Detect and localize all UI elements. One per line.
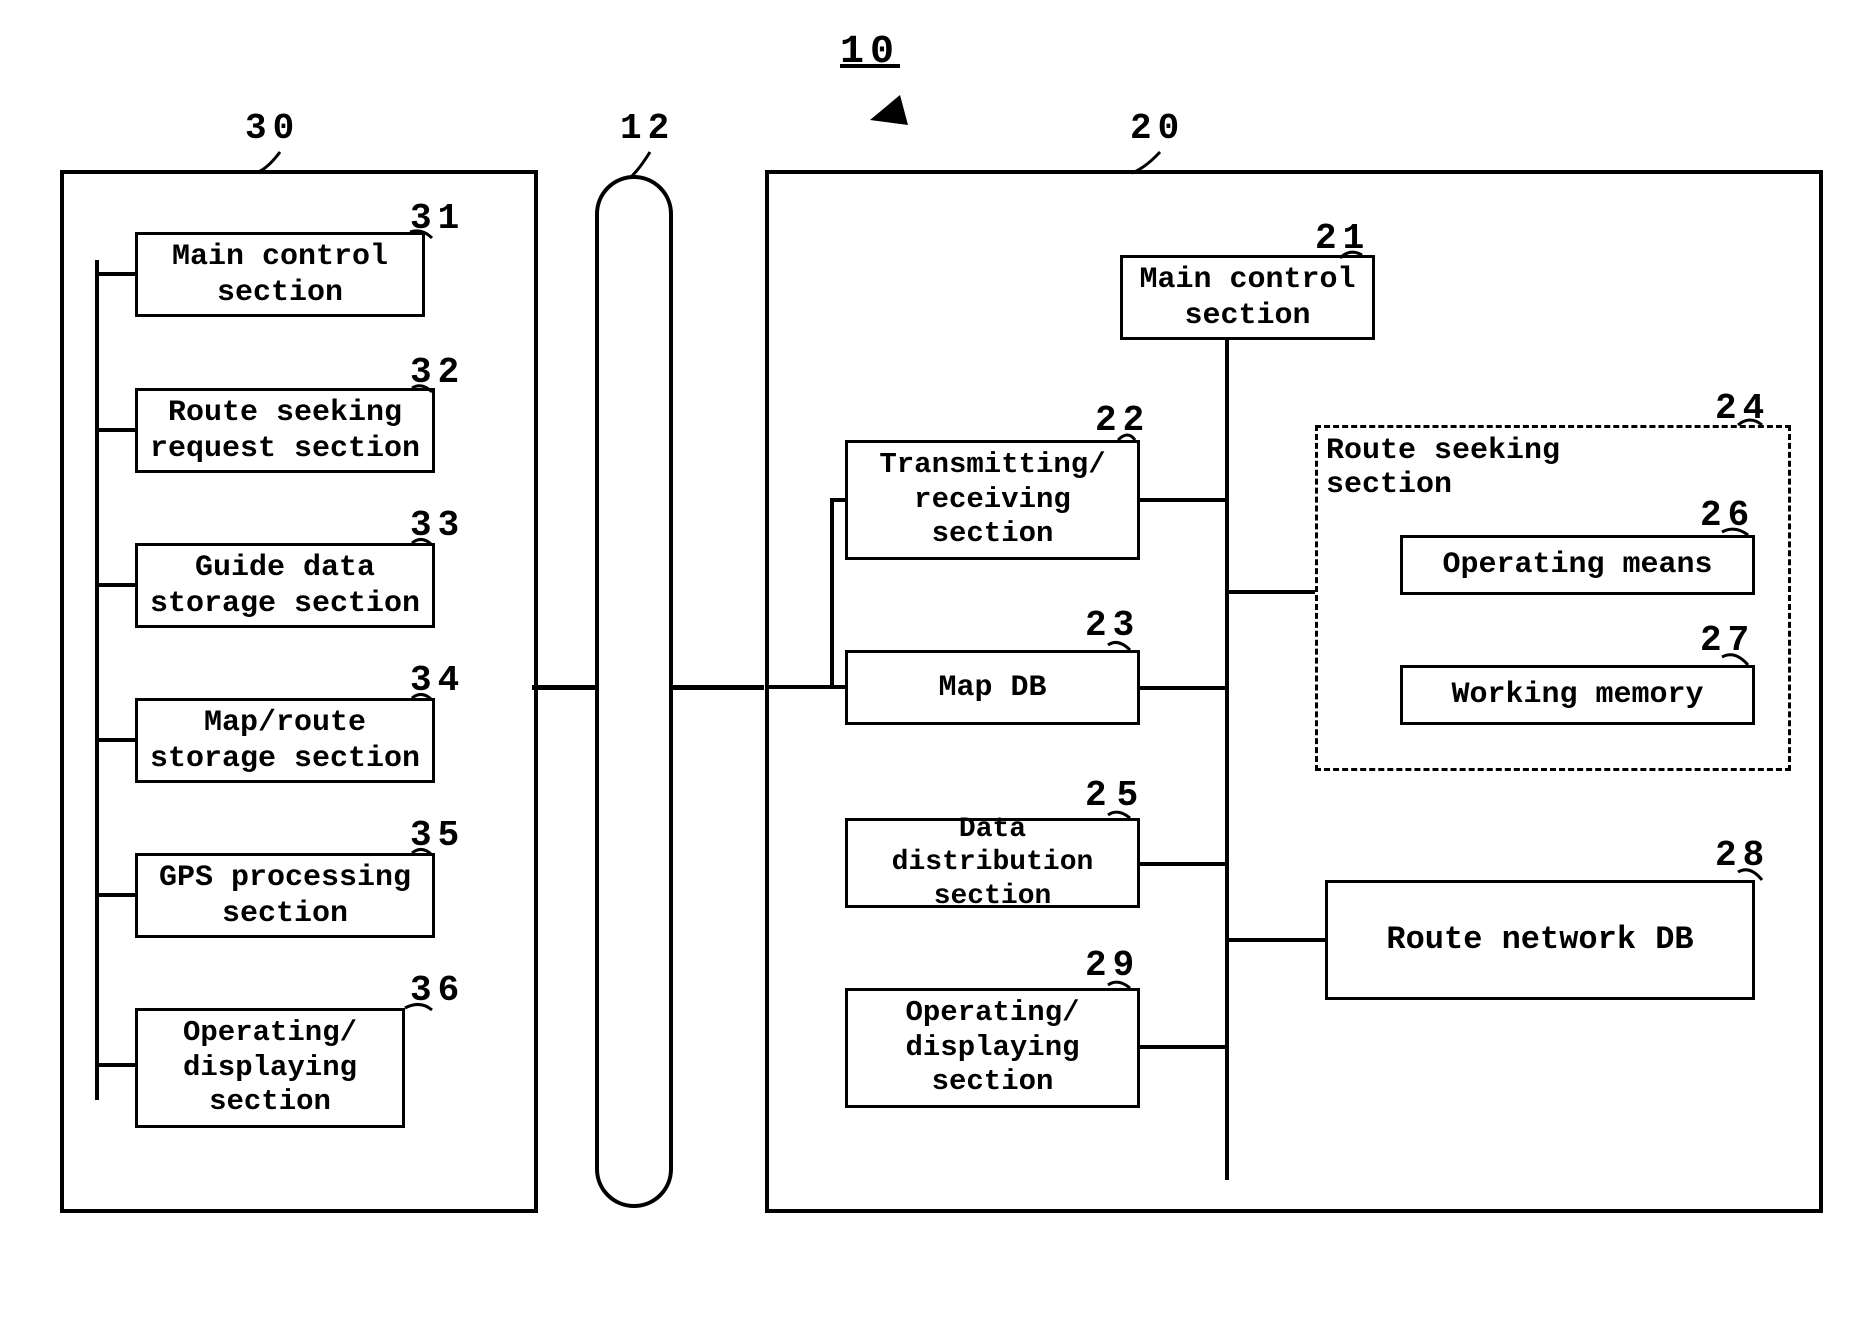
block-map-db: Map DB: [845, 650, 1140, 725]
network-capsule: [595, 175, 673, 1208]
ref-28: 28: [1715, 835, 1770, 876]
block-route-seeking-request: Route seeking request section: [135, 388, 435, 473]
ref-36: 36: [410, 970, 465, 1011]
block-gps-processing: GPS processing section: [135, 853, 435, 938]
network-ref-label: 12: [620, 108, 675, 149]
block-operating-displaying-client: Operating/ displaying section: [135, 1008, 405, 1128]
block-working-memory: Working memory: [1400, 665, 1755, 725]
ref-34: 34: [410, 660, 465, 701]
ref-26: 26: [1700, 495, 1755, 536]
server-ref-label: 20: [1130, 108, 1185, 149]
block-transmitting-receiving: Transmitting/ receiving section: [845, 440, 1140, 560]
route-seeking-section-label: Route seeking section: [1326, 434, 1586, 502]
block-guide-data-storage: Guide data storage section: [135, 543, 435, 628]
bus-stub-31: [97, 272, 135, 276]
bus-stub-23: [1140, 686, 1227, 690]
block-map-route-storage: Map/route storage section: [135, 698, 435, 783]
ref-32: 32: [410, 352, 465, 393]
bus-stub-35: [97, 893, 135, 897]
client-bus-line: [95, 260, 99, 1100]
ref-21: 21: [1315, 218, 1370, 259]
link-network-to-server: [669, 685, 764, 690]
server-entry-stub: [769, 685, 832, 689]
bus-stub-34: [97, 738, 135, 742]
entry-vertical: [830, 500, 834, 688]
bus-stub-29: [1140, 1045, 1227, 1049]
entry-branch-23: [830, 685, 845, 689]
system-ref-label: 10: [840, 30, 900, 75]
block-data-distribution: Data distribution section: [845, 818, 1140, 908]
server-bus-line: [1225, 310, 1229, 1180]
bus-stub-32: [97, 428, 135, 432]
bus-stub-22: [1140, 498, 1227, 502]
ref-27: 27: [1700, 620, 1755, 661]
ref-25: 25: [1085, 775, 1148, 816]
ref-33: 33: [410, 505, 465, 546]
ref-23: 23: [1085, 605, 1140, 646]
ref-35: 35: [410, 815, 465, 856]
bus-stub-33: [97, 583, 135, 587]
block-operating-means: Operating means: [1400, 535, 1755, 595]
block-operating-displaying-server: Operating/ displaying section: [845, 988, 1140, 1108]
block-main-control-server: Main control section: [1120, 255, 1375, 340]
ref-22: 22: [1095, 400, 1150, 441]
client-ref-label: 30: [245, 108, 300, 149]
block-route-network-db: Route network DB: [1325, 880, 1755, 1000]
bus-stub-36: [97, 1063, 135, 1067]
ref-29: 29: [1085, 945, 1140, 986]
ref-24: 24: [1715, 388, 1770, 429]
bus-stub-28: [1227, 938, 1325, 942]
block-main-control-client: Main control section: [135, 232, 425, 317]
bus-stub-24: [1227, 590, 1315, 594]
link-client-to-network: [532, 685, 595, 690]
bus-stub-25: [1140, 862, 1227, 866]
